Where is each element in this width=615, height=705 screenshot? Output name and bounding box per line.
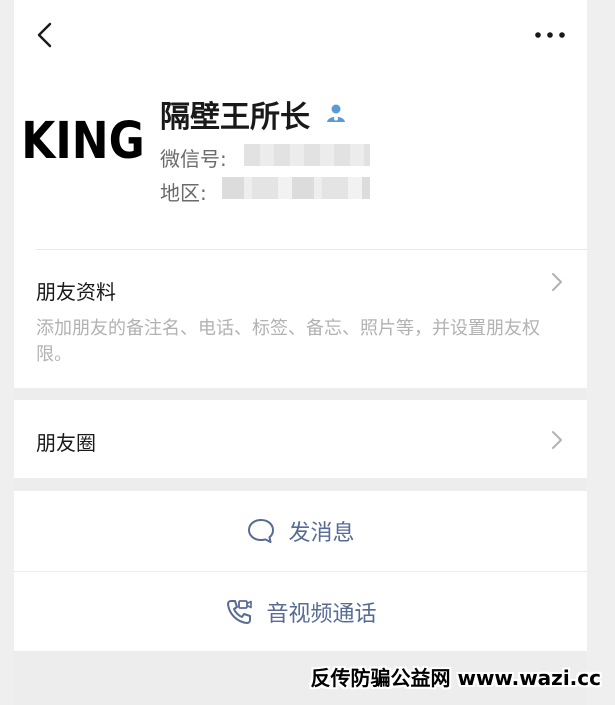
chevron-right-icon bbox=[552, 273, 562, 291]
avatar[interactable]: KING bbox=[21, 94, 145, 188]
phone-video-icon bbox=[227, 600, 253, 624]
profile-card: KING 隔壁王所长 微信号: 地区: 朋友资料 添加朋友的备注名、电话、标签、… bbox=[14, 0, 587, 388]
moments-title: 朋友圈 bbox=[36, 431, 96, 455]
contact-profile-page: KING 隔壁王所长 微信号: 地区: 朋友资料 添加朋友的备注名、电话、标签、… bbox=[14, 0, 587, 705]
wechat-id-label: 微信号: bbox=[160, 147, 227, 171]
friend-info-row[interactable]: 朋友资料 添加朋友的备注名、电话、标签、备忘、照片等，并设置朋友权限。 bbox=[14, 250, 587, 388]
wechat-id-value-blurred bbox=[244, 144, 370, 166]
region-label: 地区: bbox=[160, 181, 207, 205]
avatar-logo-text: KING bbox=[21, 111, 145, 171]
action-buttons: 发消息 音视频通话 bbox=[14, 491, 587, 651]
more-horizontal-icon bbox=[535, 32, 565, 38]
send-message-button[interactable]: 发消息 bbox=[14, 491, 587, 571]
moments-row[interactable]: 朋友圈 bbox=[14, 400, 587, 478]
chevron-right-icon bbox=[552, 431, 562, 449]
contact-name: 隔壁王所长 bbox=[160, 100, 310, 135]
person-badge-icon bbox=[327, 104, 345, 122]
send-message-label: 发消息 bbox=[288, 521, 355, 546]
friend-info-description: 添加朋友的备注名、电话、标签、备忘、照片等，并设置朋友权限。 bbox=[36, 318, 540, 365]
chevron-left-icon bbox=[37, 22, 52, 48]
watermark-text: 反传防骗公益网 www.wazi.cc bbox=[310, 666, 602, 690]
video-call-button[interactable]: 音视频通话 bbox=[14, 572, 587, 652]
back-button[interactable] bbox=[30, 18, 60, 52]
chat-bubble-icon bbox=[248, 519, 275, 543]
more-button[interactable] bbox=[531, 22, 569, 48]
friend-info-title: 朋友资料 bbox=[36, 280, 116, 304]
region-value-blurred bbox=[222, 177, 370, 199]
video-call-label: 音视频通话 bbox=[266, 602, 377, 627]
